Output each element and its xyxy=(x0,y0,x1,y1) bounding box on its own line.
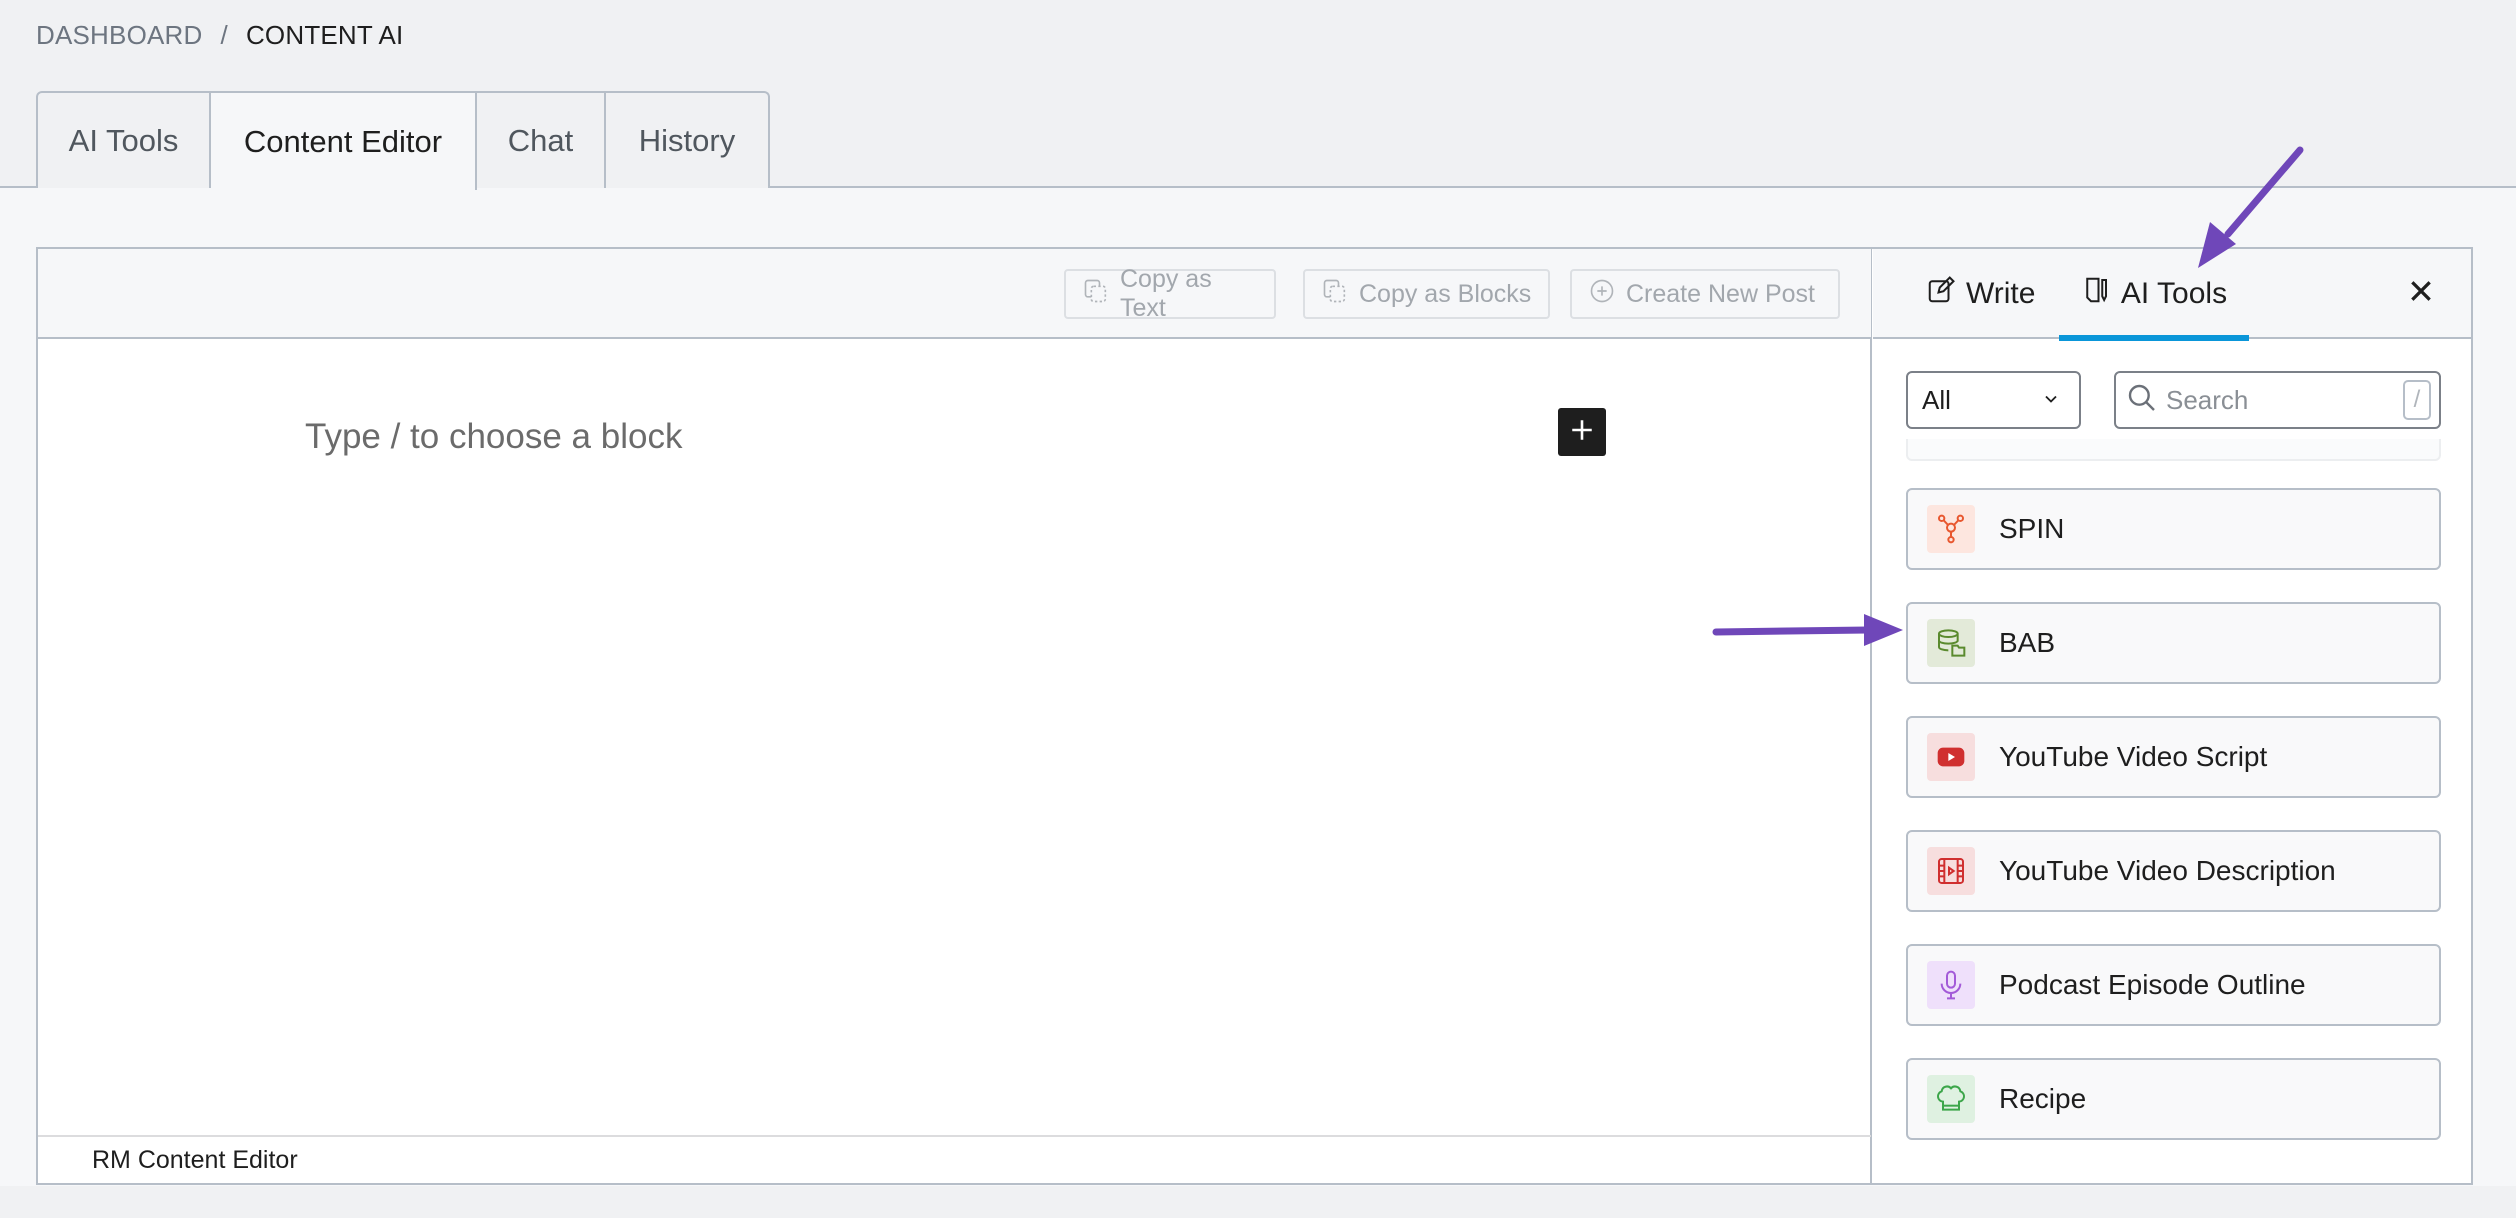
breadcrumb: DASHBOARD / CONTENT AI xyxy=(36,20,403,51)
tool-label: Podcast Episode Outline xyxy=(1999,969,2306,1000)
chevron-down-icon xyxy=(2041,385,2061,416)
tool-search-input[interactable] xyxy=(2166,384,2395,416)
tab-content-editor[interactable]: Content Editor xyxy=(211,93,477,190)
tool-item-partial[interactable] xyxy=(1906,439,2441,461)
copy-as-blocks-label: Copy as Blocks xyxy=(1359,279,1532,308)
film-icon xyxy=(1927,847,1975,895)
ai-sidebar-panel: Write AI Tools All Search / SPIN BAB You… xyxy=(1873,249,2471,1183)
tool-item-youtube-video-script[interactable]: YouTube Video Script xyxy=(1906,716,2441,798)
breadcrumb-dashboard[interactable]: DASHBOARD xyxy=(36,20,203,51)
block-placeholder[interactable]: Type / to choose a block xyxy=(305,417,682,457)
tool-label: YouTube Video Script xyxy=(1999,741,2268,772)
tool-label: Recipe xyxy=(1999,1083,2087,1114)
add-block-button[interactable] xyxy=(1558,408,1606,456)
copy-as-text-label: Copy as Text xyxy=(1120,265,1212,322)
content-editor-frame: Copy as Text Copy as Blocks Create New P… xyxy=(36,247,2473,1185)
plus-circle-icon xyxy=(1588,277,1616,312)
close-icon xyxy=(2408,278,2434,309)
network-icon xyxy=(1927,505,1975,553)
main-tabs: AI Tools Content Editor Chat History xyxy=(36,91,770,190)
tool-label: YouTube Video Description xyxy=(1999,855,2336,886)
editor-toolbar: Copy as Text Copy as Blocks Create New P… xyxy=(38,249,1871,339)
breadcrumb-separator: / xyxy=(220,20,228,50)
category-filter-value: All xyxy=(1922,384,1951,415)
microphone-icon xyxy=(1927,961,1975,1009)
panel-tab-ai-tools-label: AI Tools xyxy=(2120,277,2228,310)
copy-icon xyxy=(1082,277,1110,312)
tab-ai-tools[interactable]: AI Tools xyxy=(38,93,211,188)
panel-tab-write[interactable]: Write xyxy=(1926,249,2035,339)
copy-as-text-button[interactable]: Copy as Text xyxy=(1064,265,1276,322)
database-folder-icon xyxy=(1927,619,1975,667)
footer-divider xyxy=(38,1135,1871,1137)
create-new-post-label: Create New Post xyxy=(1626,279,1815,308)
youtube-icon xyxy=(1927,733,1975,781)
tab-history[interactable]: History xyxy=(606,93,768,188)
create-new-post-button[interactable]: Create New Post xyxy=(1570,269,1840,319)
tool-item-podcast-episode-outline[interactable]: Podcast Episode Outline xyxy=(1906,944,2441,1026)
tool-label: BAB xyxy=(1999,627,2056,658)
tool-item-bab[interactable]: BAB xyxy=(1906,602,2441,684)
close-panel-button[interactable] xyxy=(2401,273,2441,313)
editor-area: Copy as Text Copy as Blocks Create New P… xyxy=(38,249,1872,1183)
edit-icon xyxy=(1926,275,1956,313)
search-icon xyxy=(2126,382,2158,419)
plus-icon xyxy=(1569,417,1595,448)
panel-tab-ai-tools[interactable]: AI Tools xyxy=(2059,249,2249,341)
search-shortcut-hint: / xyxy=(2403,380,2431,420)
breadcrumb-current: CONTENT AI xyxy=(245,20,404,50)
chef-hat-icon xyxy=(1927,1075,1975,1123)
category-filter-select[interactable]: All xyxy=(1906,371,2081,429)
tool-search-box: / xyxy=(2114,371,2441,429)
tool-item-youtube-video-description[interactable]: YouTube Video Description xyxy=(1906,830,2441,912)
copy-icon xyxy=(1321,277,1349,312)
tool-list[interactable]: SPIN BAB YouTube Video Script YouTube Vi… xyxy=(1873,439,2471,1183)
tool-label: SPIN xyxy=(1999,513,2065,544)
panel-header: Write AI Tools xyxy=(1873,249,2471,341)
tab-chat[interactable]: Chat xyxy=(477,93,606,188)
copy-as-blocks-button[interactable]: Copy as Blocks xyxy=(1303,269,1550,319)
tool-item-recipe[interactable]: Recipe xyxy=(1906,1058,2441,1140)
panel-tab-write-label: Write xyxy=(1966,277,2036,310)
tool-item-spin[interactable]: SPIN xyxy=(1906,488,2441,570)
editor-footer-label: RM Content Editor xyxy=(92,1146,298,1174)
document-pen-icon xyxy=(2081,275,2111,313)
